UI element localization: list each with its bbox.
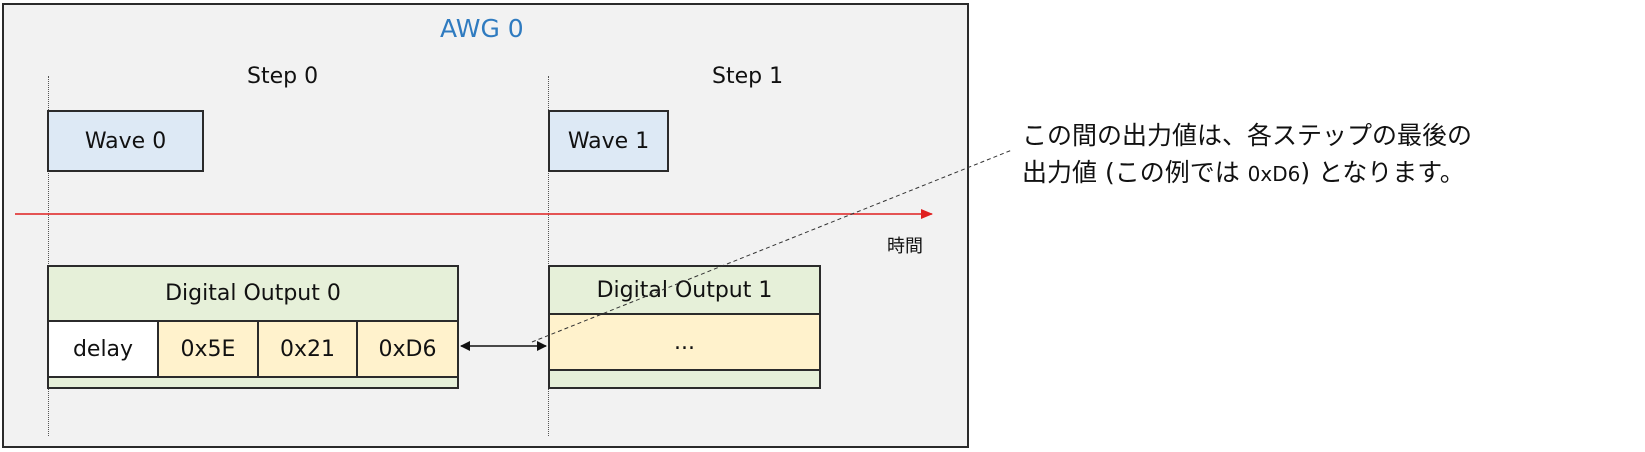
note-line-2-value: 0xD6 <box>1247 162 1301 186</box>
note-line-1: この間の出力値は、各ステップの最後の <box>1022 121 1473 150</box>
callout-note: この間の出力値は、各ステップの最後の 出力値 (この例では 0xD6) となりま… <box>1022 117 1472 193</box>
diagram-lines <box>15 149 1013 351</box>
note-line-2-suffix: ) となります。 <box>1300 158 1465 187</box>
note-line-2: 出力値 (この例では 0xD6) となります。 <box>1022 154 1472 193</box>
note-line-2-prefix: 出力値 (この例では <box>1022 158 1248 187</box>
callout-leader-line <box>531 149 1013 343</box>
time-axis-label: 時間 <box>887 236 923 257</box>
